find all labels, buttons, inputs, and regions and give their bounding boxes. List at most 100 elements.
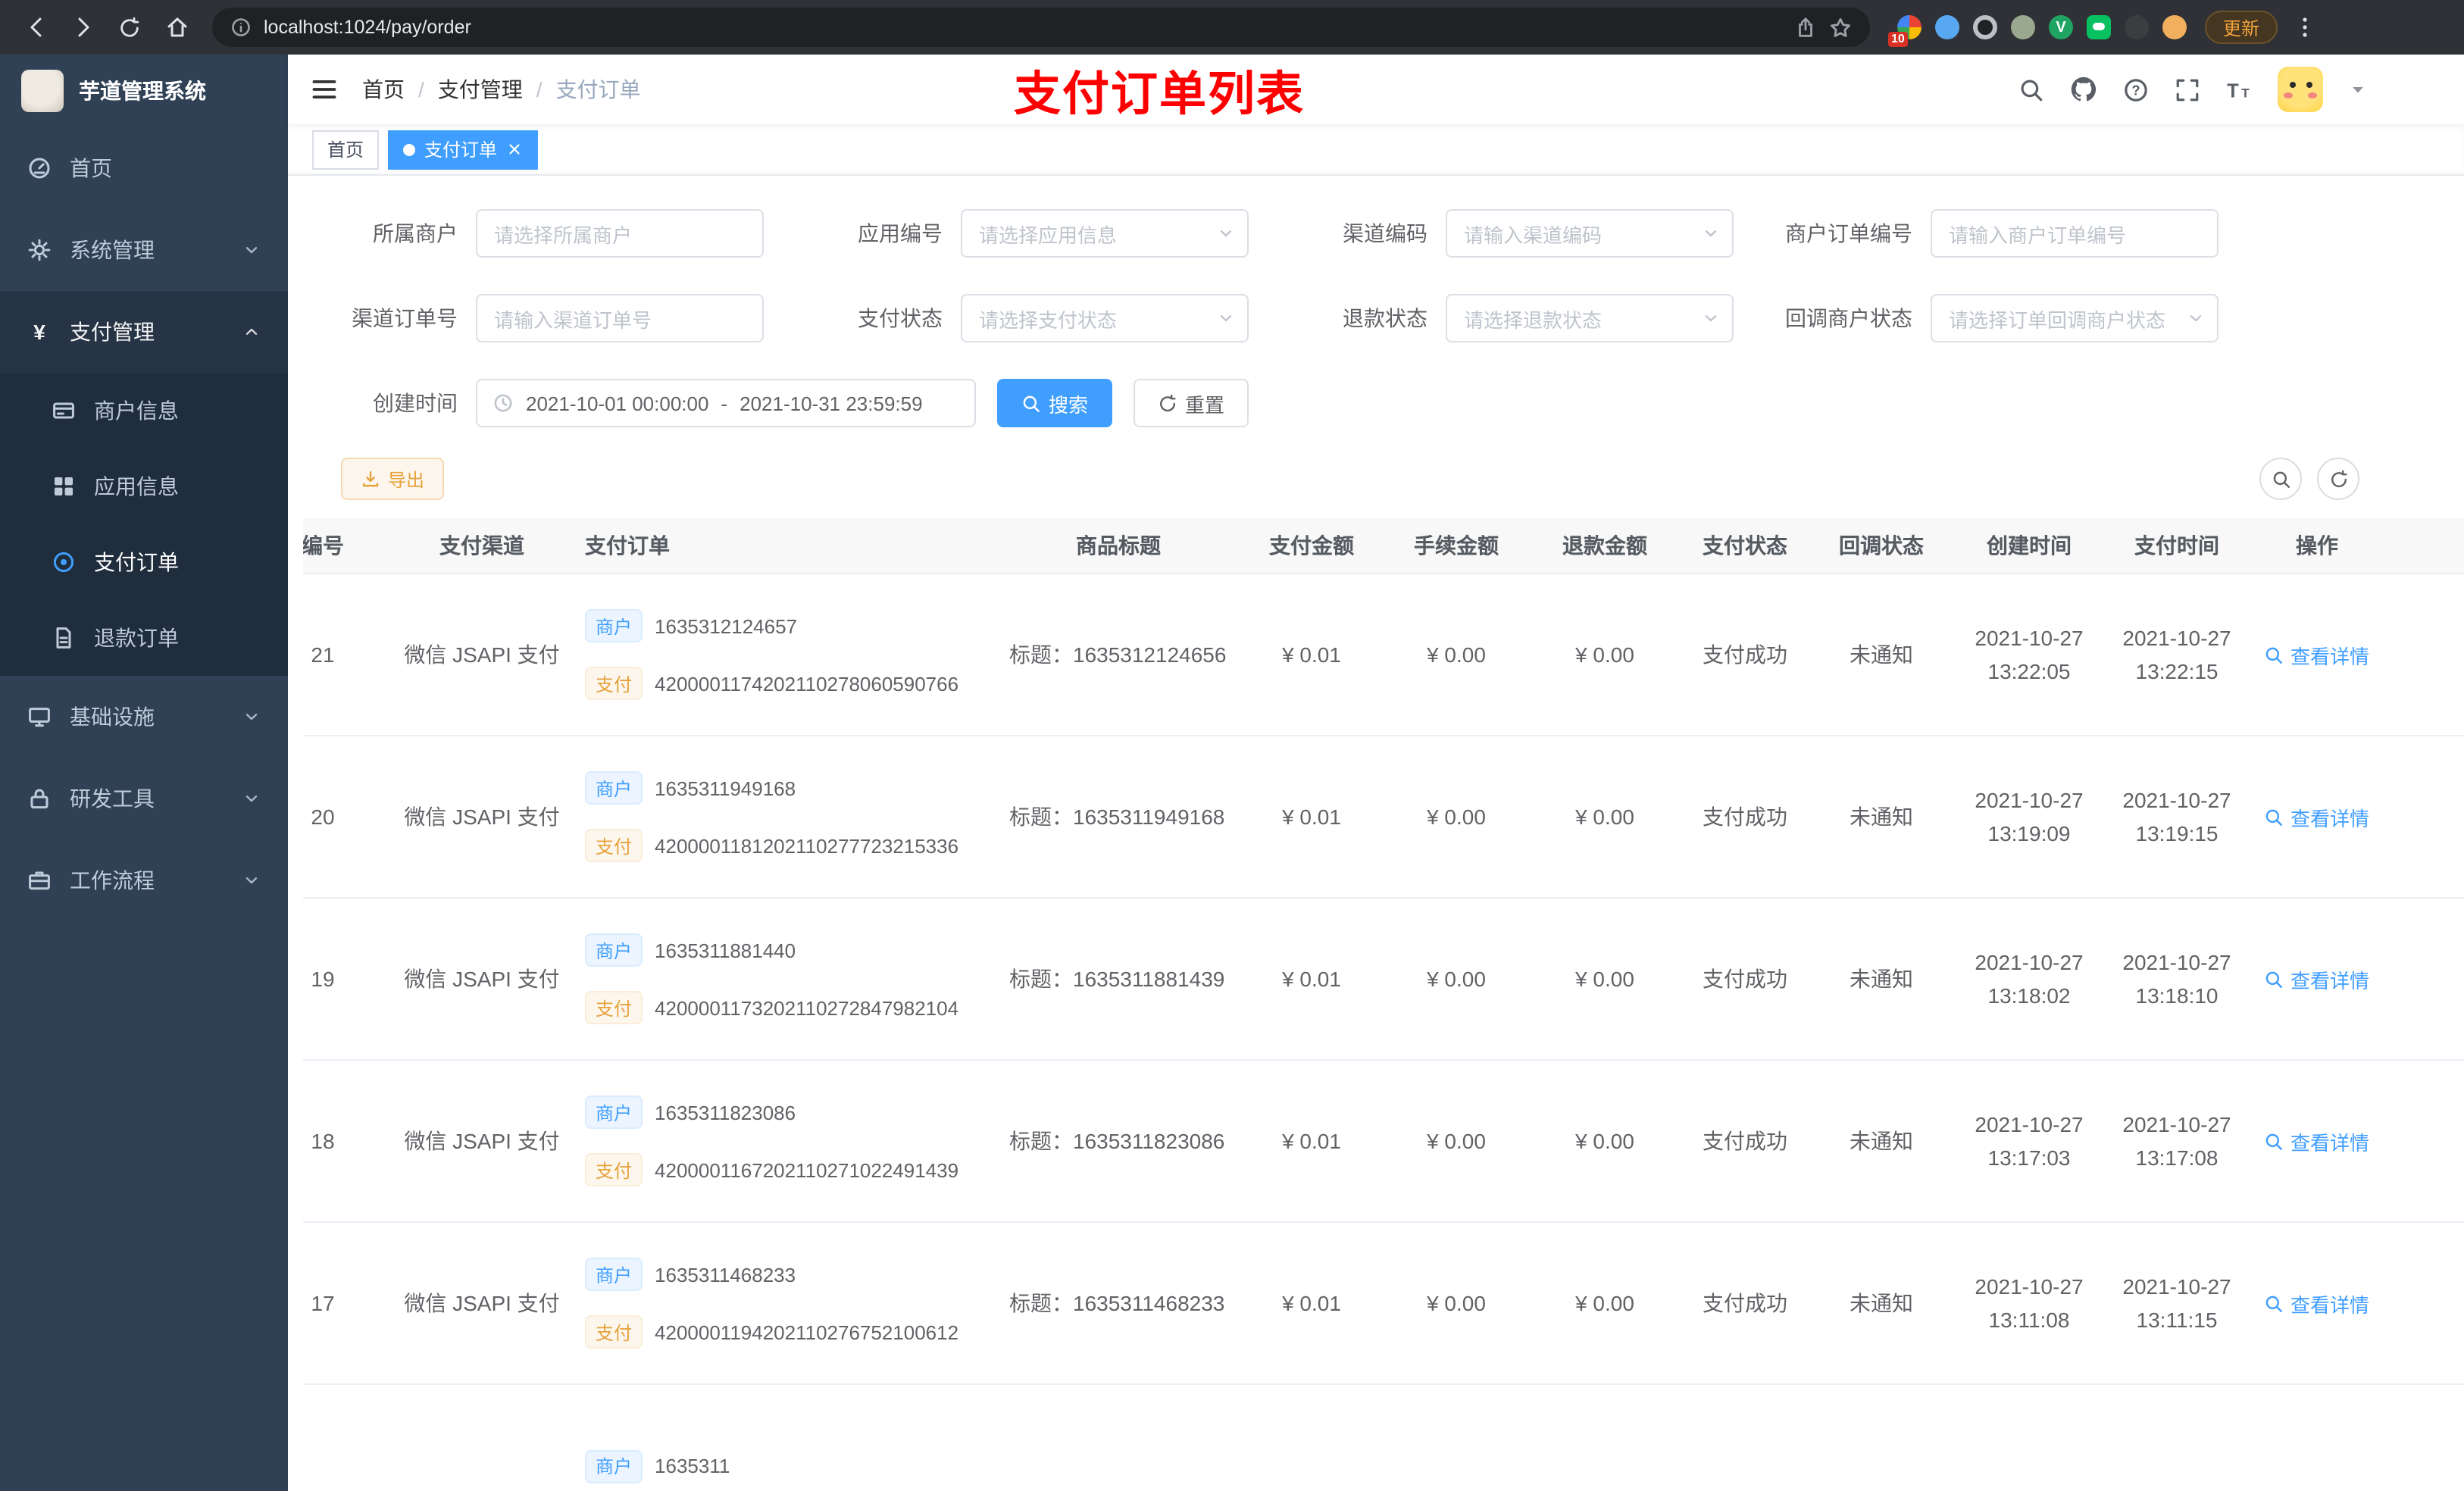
home-icon[interactable] bbox=[164, 15, 189, 39]
filter-label: 渠道编码 bbox=[1343, 221, 1427, 245]
breadcrumb-pay-management[interactable]: 支付管理 bbox=[438, 74, 523, 105]
logo[interactable]: 芋道管理系统 bbox=[0, 55, 288, 127]
sidebar-item[interactable]: 系统管理 bbox=[0, 209, 288, 291]
view-detail-link[interactable]: 查看详情 bbox=[2265, 1127, 2369, 1155]
browser-toolbar: localhost:1024/pay/order 10 更新 bbox=[0, 0, 2464, 55]
cell-fee: ¥ 0.00 bbox=[1427, 805, 1486, 829]
cell-action: 查看详情 bbox=[2249, 1289, 2385, 1318]
date-range-input[interactable]: 2021-10-01 00:00:00 - 2021-10-31 23:59:5… bbox=[476, 379, 976, 427]
filter-item: 所属商户 请选择所属商户 bbox=[294, 209, 779, 258]
menu-fold-icon[interactable] bbox=[311, 76, 338, 103]
sidebar-item[interactable]: 研发工具 bbox=[0, 758, 288, 839]
cell-pay-status: 支付成功 bbox=[1703, 1291, 1787, 1315]
extension-icon-ring[interactable] bbox=[1973, 15, 1997, 39]
view-detail-link[interactable]: 查看详情 bbox=[2265, 1289, 2369, 1318]
url-text[interactable]: localhost:1024/pay/order bbox=[264, 17, 1782, 38]
extension-icon-gray-green[interactable] bbox=[2011, 15, 2035, 39]
chevron-down-icon bbox=[242, 871, 261, 889]
cell-notify-status: 未通知 bbox=[1850, 1291, 1913, 1315]
toggle-search-button[interactable] bbox=[2259, 458, 2302, 500]
date-start-value[interactable]: 2021-10-01 00:00:00 bbox=[526, 392, 708, 414]
extension-icon-colored[interactable]: 10 bbox=[1888, 15, 1921, 47]
merchant-badge: 商户 bbox=[585, 1096, 643, 1129]
star-icon[interactable] bbox=[1829, 16, 1852, 39]
clock-icon bbox=[492, 392, 514, 414]
select-input[interactable]: 请输入渠道编码 bbox=[1446, 209, 1734, 258]
info-icon[interactable] bbox=[230, 17, 252, 38]
sidebar-item[interactable]: ¥ 支付管理 bbox=[0, 291, 288, 373]
cell-amount: ¥ 0.01 bbox=[1282, 805, 1341, 829]
update-button[interactable]: 更新 bbox=[2205, 11, 2278, 44]
share-icon[interactable] bbox=[1794, 16, 1817, 39]
reset-button[interactable]: 重置 bbox=[1134, 379, 1249, 427]
sidebar-item-label: 系统管理 bbox=[70, 238, 155, 262]
tag-item[interactable]: 首页 bbox=[312, 130, 380, 169]
sidebar-item[interactable]: 支付订单 bbox=[0, 524, 288, 600]
extension-icon-chat[interactable] bbox=[2087, 15, 2111, 39]
select-input[interactable]: 请选择应用信息 bbox=[961, 209, 1249, 258]
text-input[interactable]: 请选择所属商户 bbox=[476, 209, 764, 258]
sidebar-item[interactable]: 基础设施 bbox=[0, 676, 288, 758]
page-content: 所属商户 请选择所属商户 应用编号 请选择应用信息 渠道编码 请输入渠道编码 商户订单编号请… bbox=[288, 177, 2464, 1491]
search-icon[interactable] bbox=[2018, 77, 2044, 102]
font-size-icon[interactable]: TT bbox=[2226, 77, 2252, 102]
extension-icon-face[interactable] bbox=[2162, 15, 2187, 39]
reset-button-label: 重置 bbox=[1185, 393, 1225, 416]
reload-icon[interactable] bbox=[118, 16, 141, 39]
forward-icon[interactable] bbox=[70, 15, 95, 39]
extension-icon-green-v[interactable] bbox=[2049, 15, 2073, 39]
view-detail-link[interactable]: 查看详情 bbox=[2265, 640, 2369, 669]
cell-refund: ¥ 0.00 bbox=[1575, 1291, 1634, 1315]
sidebar-item[interactable]: 应用信息 bbox=[0, 449, 288, 524]
view-detail-link[interactable]: 查看详情 bbox=[2265, 964, 2369, 993]
cell-title: 标题：1635311468233 bbox=[1009, 1291, 1225, 1315]
help-icon[interactable]: ? bbox=[2123, 77, 2149, 102]
date-end-value[interactable]: 2021-10-31 23:59:59 bbox=[740, 392, 922, 414]
cell-amount: ¥ 0.01 bbox=[1282, 1129, 1341, 1153]
caret-down-icon[interactable] bbox=[2349, 80, 2367, 98]
sidebar-item[interactable]: 退款订单 bbox=[0, 600, 288, 676]
search-icon bbox=[2265, 645, 2284, 664]
close-icon[interactable] bbox=[506, 141, 523, 158]
address-bar[interactable]: localhost:1024/pay/order bbox=[212, 8, 1870, 47]
select-input[interactable]: 请选择退款状态 bbox=[1446, 294, 1734, 342]
sidebar-item[interactable]: 首页 bbox=[0, 127, 288, 209]
view-detail-link[interactable]: 查看详情 bbox=[2265, 802, 2369, 831]
user-avatar[interactable] bbox=[2278, 67, 2323, 112]
fullscreen-icon[interactable] bbox=[2175, 77, 2200, 102]
select-input[interactable]: 请选择订单回调商户状态 bbox=[1931, 294, 2219, 342]
filter-item: 支付状态 请选择支付状态 bbox=[779, 294, 1264, 342]
export-button[interactable]: 导出 bbox=[341, 458, 445, 500]
filter-label: 商户订单编号 bbox=[1785, 221, 1912, 245]
cell-action: 查看详情 bbox=[2249, 964, 2385, 993]
extension-icon-dark[interactable] bbox=[2125, 15, 2149, 39]
github-icon[interactable] bbox=[2070, 76, 2097, 103]
search-button[interactable]: 搜索 bbox=[997, 379, 1113, 427]
dashboard-icon bbox=[27, 156, 52, 180]
cell-amount: ¥ 0.01 bbox=[1282, 642, 1341, 667]
breadcrumb-home[interactable]: 首页 bbox=[362, 74, 405, 105]
cell-title: 标题：1635311823086 bbox=[1009, 1129, 1225, 1153]
cell-pay-status: 支付成功 bbox=[1703, 967, 1787, 991]
filter-label: 回调商户状态 bbox=[1785, 306, 1912, 330]
gear-icon bbox=[27, 238, 52, 262]
text-input[interactable]: 请输入渠道订单号 bbox=[476, 294, 764, 342]
refresh-button[interactable] bbox=[2317, 458, 2359, 500]
text-input[interactable]: 请输入商户订单编号 bbox=[1931, 209, 2219, 258]
tag-active[interactable]: 支付订单 bbox=[388, 130, 539, 169]
cell-create-time: 2021-10-27 13:11:08 bbox=[1975, 1274, 2084, 1332]
cell-action: 查看详情 bbox=[2249, 1127, 2385, 1155]
column-header: 回调状态 bbox=[1839, 533, 1924, 558]
cell-refund: ¥ 0.00 bbox=[1575, 967, 1634, 991]
sidebar-item[interactable]: 商户信息 bbox=[0, 373, 288, 449]
sidebar-item[interactable]: 工作流程 bbox=[0, 839, 288, 921]
back-icon[interactable] bbox=[23, 15, 48, 39]
sidebar-item-label: 退款订单 bbox=[94, 626, 179, 650]
breadcrumb-current: 支付订单 bbox=[555, 77, 641, 102]
kebab-menu-icon[interactable] bbox=[2292, 15, 2316, 39]
table-row: 19 微信 JSAPI 支付 商户 1635311881440 支付 4200001173… bbox=[303, 899, 2464, 1061]
select-input[interactable]: 请选择支付状态 bbox=[961, 294, 1249, 342]
cell-create-time: 2021-10-27 13:19:09 bbox=[1975, 788, 2084, 846]
cell-fee: ¥ 0.00 bbox=[1427, 1129, 1486, 1153]
extension-icon-blue[interactable] bbox=[1935, 15, 1959, 39]
